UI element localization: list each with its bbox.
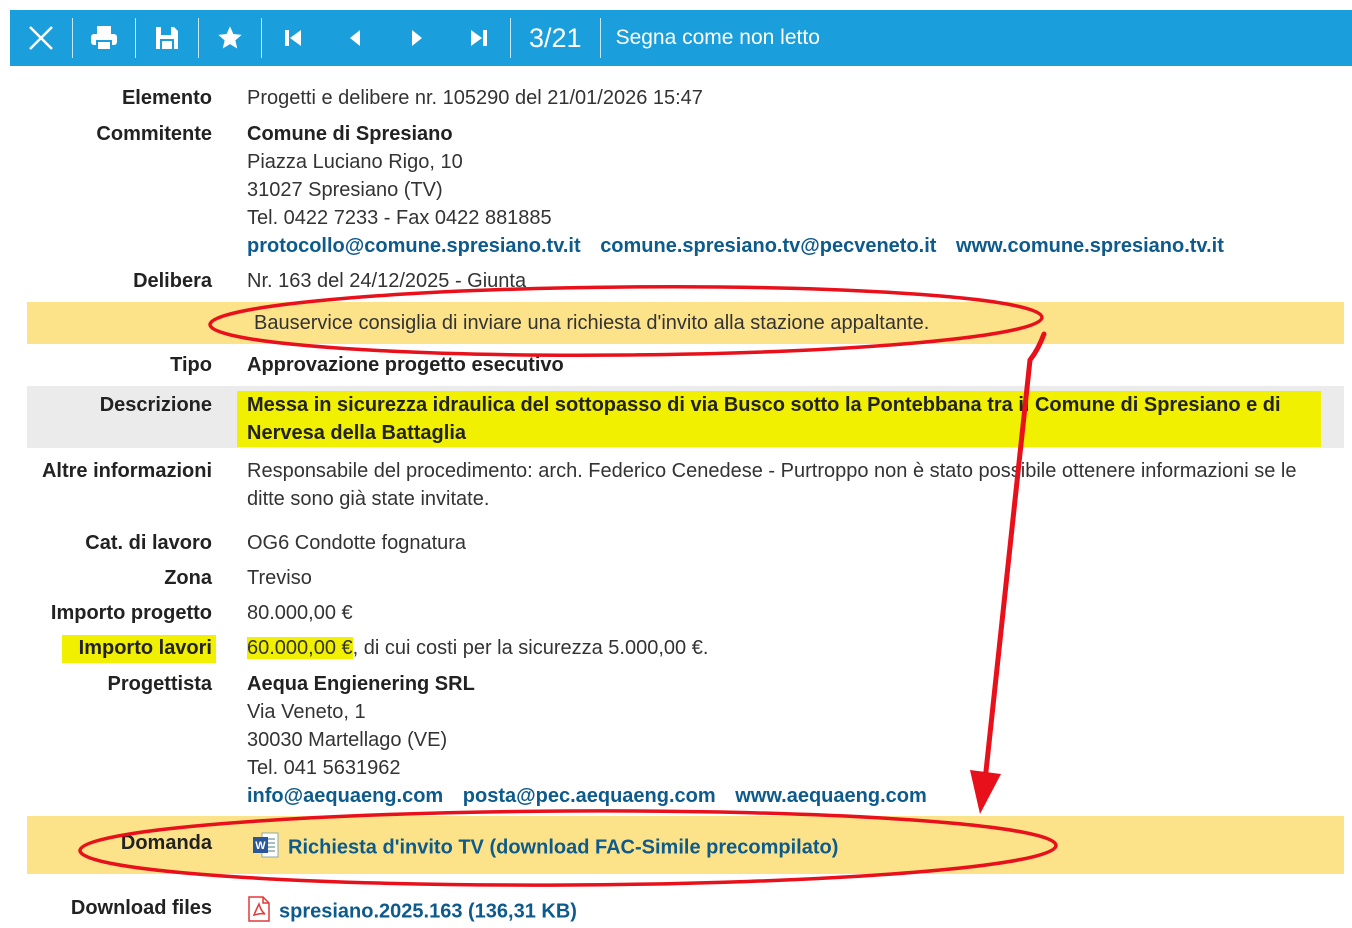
committente-phone: Tel. 0422 7233 - Fax 0422 881885 — [247, 207, 552, 229]
importo-lavori-detail: , di cui costi per la sicurezza 5.000,00… — [352, 637, 709, 659]
label-descrizione: Descrizione — [99, 394, 212, 416]
download-file-link[interactable]: spresiano.2025.163 (136,31 KB) — [247, 896, 577, 928]
close-button[interactable] — [10, 10, 72, 66]
word-document-icon: W — [252, 831, 280, 865]
value-importo-lavori: 60.000,00 €, di cui costi per la sicurez… — [247, 637, 708, 660]
value-descrizione: Messa in sicurezza idraulica del sottopa… — [247, 391, 1281, 447]
first-button[interactable] — [262, 10, 324, 66]
favorite-button[interactable] — [199, 10, 261, 66]
committente-name: Comune di Spresiano — [247, 123, 453, 145]
annotation-arrow-head — [970, 770, 1001, 814]
altre-info-line-1: Responsabile del procedimento: arch. Fed… — [247, 460, 1297, 482]
advice-text: Bauservice consiglia di inviare una rich… — [254, 312, 930, 334]
next-button[interactable] — [386, 10, 448, 66]
value-delibera: Nr. 163 del 24/12/2025 - Giunta — [247, 270, 527, 292]
prev-icon — [350, 30, 360, 46]
altre-info-line-2: ditte sono già state invitate. — [247, 488, 490, 510]
last-icon — [471, 30, 487, 46]
first-icon — [285, 30, 301, 46]
value-importo-progetto: 80.000,00 € — [247, 602, 353, 624]
prev-button[interactable] — [324, 10, 386, 66]
progettista-web-link[interactable]: www.aequaeng.com — [735, 785, 927, 807]
progettista-email-link[interactable]: info@aequaeng.com — [247, 785, 443, 807]
next-icon — [412, 30, 422, 46]
record-counter: 3/21 — [529, 22, 582, 53]
label-elemento: Elemento — [121, 87, 212, 109]
label-committente: Commitente — [96, 123, 212, 145]
progettista-contacts: info@aequaeng.com posta@pec.aequaeng.com… — [247, 782, 941, 810]
committente-address: Piazza Luciano Rigo, 10 — [247, 151, 463, 173]
importo-lavori-amount: 60.000,00 € — [247, 637, 353, 659]
last-button[interactable] — [448, 10, 510, 66]
committente-web-link[interactable]: www.comune.spresiano.tv.it — [956, 235, 1224, 257]
progettista-pec-link[interactable]: posta@pec.aequaeng.com — [463, 785, 716, 807]
label-download-files: Download files — [70, 897, 212, 919]
descrizione-line-1: Messa in sicurezza idraulica del sottopa… — [247, 394, 1281, 416]
label-progettista: Progettista — [107, 673, 212, 695]
close-icon — [29, 26, 53, 50]
label-domanda: Domanda — [120, 832, 212, 854]
committente-city: 31027 Spresiano (TV) — [247, 179, 443, 201]
label-tipo: Tipo — [170, 354, 212, 376]
svg-text:W: W — [255, 840, 266, 852]
mark-unread-button[interactable]: Segna come non letto — [601, 10, 835, 66]
value-elemento: Progetti e delibere nr. 105290 del 21/01… — [247, 87, 703, 109]
committente-contacts: protocollo@comune.spresiano.tv.it comune… — [247, 232, 1238, 260]
print-button[interactable] — [73, 10, 135, 66]
print-icon — [91, 26, 117, 51]
label-altre-info: Altre informazioni — [41, 460, 212, 482]
label-importo-lavori: Importo lavori — [78, 637, 212, 659]
label-importo-progetto: Importo progetto — [50, 602, 212, 624]
star-icon — [218, 26, 242, 49]
committente-block: Comune di Spresiano Piazza Luciano Rigo,… — [247, 120, 1238, 260]
label-cat-lavoro: Cat. di lavoro — [85, 532, 212, 554]
progettista-address: Via Veneto, 1 — [247, 701, 366, 723]
descrizione-line-2: Nervesa della Battaglia — [247, 422, 466, 444]
label-zona: Zona — [164, 567, 212, 589]
committente-email-link[interactable]: protocollo@comune.spresiano.tv.it — [247, 235, 581, 257]
toolbar: 3/21 Segna come non letto — [10, 10, 1352, 66]
label-delibera: Delibera — [133, 270, 212, 292]
progettista-name: Aequa Engienering SRL — [247, 673, 475, 695]
progettista-phone: Tel. 041 5631962 — [247, 757, 401, 779]
progettista-block: Aequa Engienering SRL Via Veneto, 1 3003… — [247, 670, 941, 810]
value-zona: Treviso — [247, 567, 312, 589]
domanda-link-text[interactable]: Richiesta d'invito TV (download FAC-Simi… — [288, 836, 838, 858]
value-altre-info: Responsabile del procedimento: arch. Fed… — [247, 457, 1297, 513]
value-tipo: Approvazione progetto esecutivo — [247, 354, 564, 376]
committente-pec-link[interactable]: comune.spresiano.tv@pecveneto.it — [600, 235, 936, 257]
save-icon — [156, 27, 178, 49]
download-file-text[interactable]: spresiano.2025.163 (136,31 KB) — [279, 900, 577, 922]
domanda-link[interactable]: W Richiesta d'invito TV (download FAC-Si… — [252, 831, 838, 865]
progettista-city: 30030 Martellago (VE) — [247, 729, 448, 751]
pdf-icon — [247, 896, 271, 928]
value-cat-lavoro: OG6 Condotte fognatura — [247, 532, 467, 554]
save-button[interactable] — [136, 10, 198, 66]
